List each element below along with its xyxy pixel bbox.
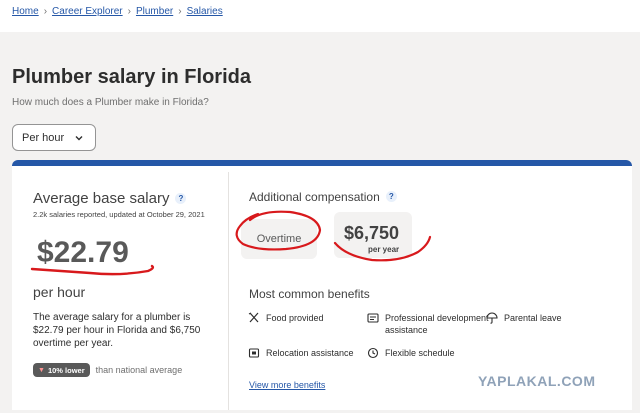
umbrella-icon <box>486 312 498 324</box>
relocation-icon <box>248 348 260 358</box>
additional-comp-heading: Additional compensation? <box>249 190 397 204</box>
base-salary-title: Average base salary <box>33 190 170 207</box>
top-bar: Home › Career Explorer › Plumber › Salar… <box>0 0 640 32</box>
additional-comp-title: Additional compensation <box>249 190 380 204</box>
overtime-label: Overtime <box>256 233 302 245</box>
page-subtitle: How much does a Plumber make in Florida? <box>12 97 209 108</box>
page-title: Plumber salary in Florida <box>12 66 251 88</box>
benefit-relocation: Relocation assistance <box>248 347 368 359</box>
benefit-label: Professional development assistance <box>385 313 489 335</box>
overtime-period: per year <box>368 245 400 254</box>
breadcrumb-plumber[interactable]: Plumber <box>136 6 173 17</box>
benefit-parental-leave: Parental leave <box>486 312 586 324</box>
comparison-text: than national average <box>95 365 183 375</box>
watermark: YAPLAKAL.COM <box>478 373 596 389</box>
breadcrumb: Home › Career Explorer › Plumber › Salar… <box>12 6 223 17</box>
benefit-label: Flexible schedule <box>385 348 455 358</box>
arrow-down-icon: ▼ <box>38 366 45 374</box>
overtime-amount-box: $6,750 per year <box>334 212 412 258</box>
salary-value: $22.79 <box>37 236 129 269</box>
comparison-row: ▼ 10% lower than national average <box>33 363 182 377</box>
chevron-down-icon <box>75 135 83 140</box>
base-salary-heading: Average base salary? <box>33 190 187 207</box>
benefit-label: Parental leave <box>504 313 562 323</box>
info-icon[interactable]: ? <box>175 193 187 204</box>
breadcrumb-salaries[interactable]: Salaries <box>187 6 223 17</box>
salary-period: per hour <box>33 284 86 300</box>
certificate-icon <box>367 313 379 323</box>
salary-description: The average salary for a plumber is $22.… <box>33 312 201 349</box>
clock-icon <box>367 347 379 359</box>
card-divider <box>228 172 229 410</box>
benefit-flexible-schedule: Flexible schedule <box>367 347 477 359</box>
chevron-right-icon: › <box>43 6 48 17</box>
benefit-professional-development: Professional development assistance <box>367 312 489 336</box>
overtime-label-box: Overtime <box>241 219 317 259</box>
benefit-food: Food provided <box>248 312 358 324</box>
benefit-label: Food provided <box>266 313 324 323</box>
utensils-icon <box>248 312 259 323</box>
breadcrumb-home[interactable]: Home <box>12 6 39 17</box>
badge-label: 10% lower <box>47 365 85 375</box>
overtime-amount: $6,750 <box>344 223 400 243</box>
lower-badge: ▼ 10% lower <box>33 363 90 377</box>
info-icon[interactable]: ? <box>385 191 397 202</box>
period-select-value: Per hour <box>22 131 65 144</box>
salaries-reported: 2.2k salaries reported, updated at Octob… <box>33 210 205 219</box>
breadcrumb-career-explorer[interactable]: Career Explorer <box>52 6 123 17</box>
chevron-right-icon: › <box>178 6 182 17</box>
period-select[interactable]: Per hour <box>12 124 96 151</box>
benefit-label: Relocation assistance <box>266 348 354 358</box>
view-more-benefits-link[interactable]: View more benefits <box>249 380 325 390</box>
benefits-title: Most common benefits <box>249 287 370 301</box>
chevron-right-icon: › <box>127 6 131 17</box>
